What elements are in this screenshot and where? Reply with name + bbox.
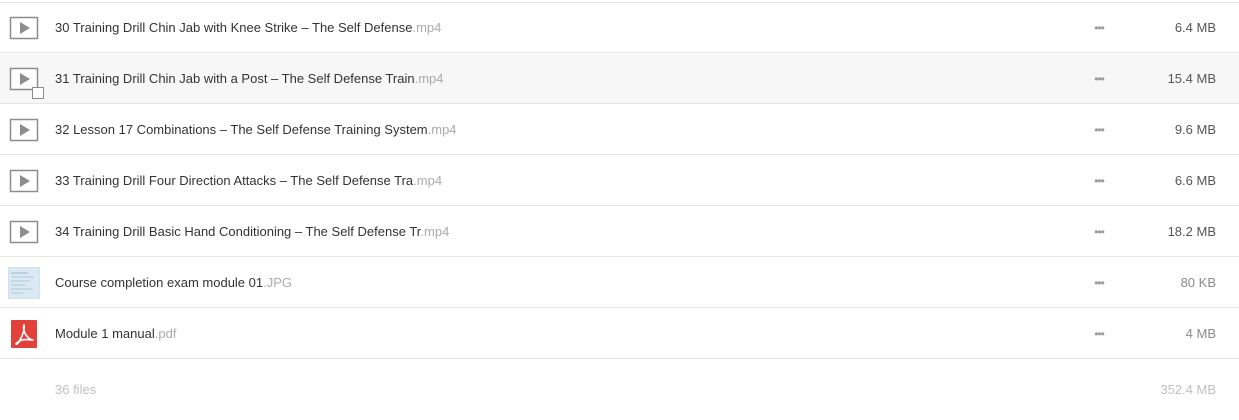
more-options-icon[interactable]: ••• <box>1089 54 1109 104</box>
more-options-icon[interactable]: ••• <box>1089 105 1109 155</box>
file-size: 6.4 MB <box>1174 20 1216 35</box>
video-play-icon <box>9 167 39 197</box>
select-checkbox[interactable] <box>32 87 44 99</box>
file-name[interactable]: 30 Training Drill Chin Jab with Knee Str… <box>55 3 441 53</box>
file-name[interactable]: Module 1 manual.pdf <box>55 309 176 359</box>
file-size: 18.2 MB <box>1167 224 1216 239</box>
file-extension: .pdf <box>154 326 177 341</box>
file-size: 15.4 MB <box>1167 71 1216 86</box>
file-row[interactable]: 31 Training Drill Chin Jab with a Post –… <box>0 54 1239 104</box>
file-name[interactable]: 34 Training Drill Basic Hand Conditionin… <box>55 207 449 257</box>
file-extension: .mp4 <box>427 122 457 137</box>
file-size: 9.6 MB <box>1174 122 1216 137</box>
list-footer: 36 files 352.4 MB <box>0 363 1239 419</box>
file-row[interactable]: Module 1 manual.pdf ••• 4 MB <box>0 309 1239 359</box>
video-play-icon <box>9 14 39 44</box>
file-count: 36 files <box>55 382 97 397</box>
video-play-icon <box>9 116 39 146</box>
file-row[interactable]: 34 Training Drill Basic Hand Conditionin… <box>0 207 1239 257</box>
file-name[interactable]: Course completion exam module 01.JPG <box>55 258 292 308</box>
more-options-icon[interactable]: ••• <box>1089 258 1109 308</box>
file-row[interactable]: 33 Training Drill Four Direction Attacks… <box>0 156 1239 206</box>
file-extension: .mp4 <box>420 224 450 239</box>
file-size: 80 KB <box>1180 275 1216 290</box>
video-play-icon <box>9 218 39 248</box>
file-size: 6.6 MB <box>1174 173 1216 188</box>
file-row[interactable]: 30 Training Drill Chin Jab with Knee Str… <box>0 3 1239 53</box>
file-extension: .JPG <box>263 275 293 290</box>
file-extension: .mp4 <box>414 71 444 86</box>
file-name[interactable]: 32 Lesson 17 Combinations – The Self Def… <box>55 105 457 155</box>
more-options-icon[interactable]: ••• <box>1089 3 1109 53</box>
image-thumbnail-icon <box>7 266 41 300</box>
file-name[interactable]: 33 Training Drill Four Direction Attacks… <box>55 156 442 206</box>
file-extension: .mp4 <box>412 20 442 35</box>
total-size: 352.4 MB <box>1160 382 1216 397</box>
file-size: 4 MB <box>1185 326 1216 341</box>
file-row[interactable]: Course completion exam module 01.JPG •••… <box>0 258 1239 308</box>
more-options-icon[interactable]: ••• <box>1089 156 1109 206</box>
more-options-icon[interactable]: ••• <box>1089 309 1109 359</box>
file-extension: .mp4 <box>413 173 443 188</box>
file-name[interactable]: 31 Training Drill Chin Jab with a Post –… <box>55 54 444 104</box>
more-options-icon[interactable]: ••• <box>1089 207 1109 257</box>
pdf-icon <box>11 320 37 348</box>
file-row[interactable]: 32 Lesson 17 Combinations – The Self Def… <box>0 105 1239 155</box>
